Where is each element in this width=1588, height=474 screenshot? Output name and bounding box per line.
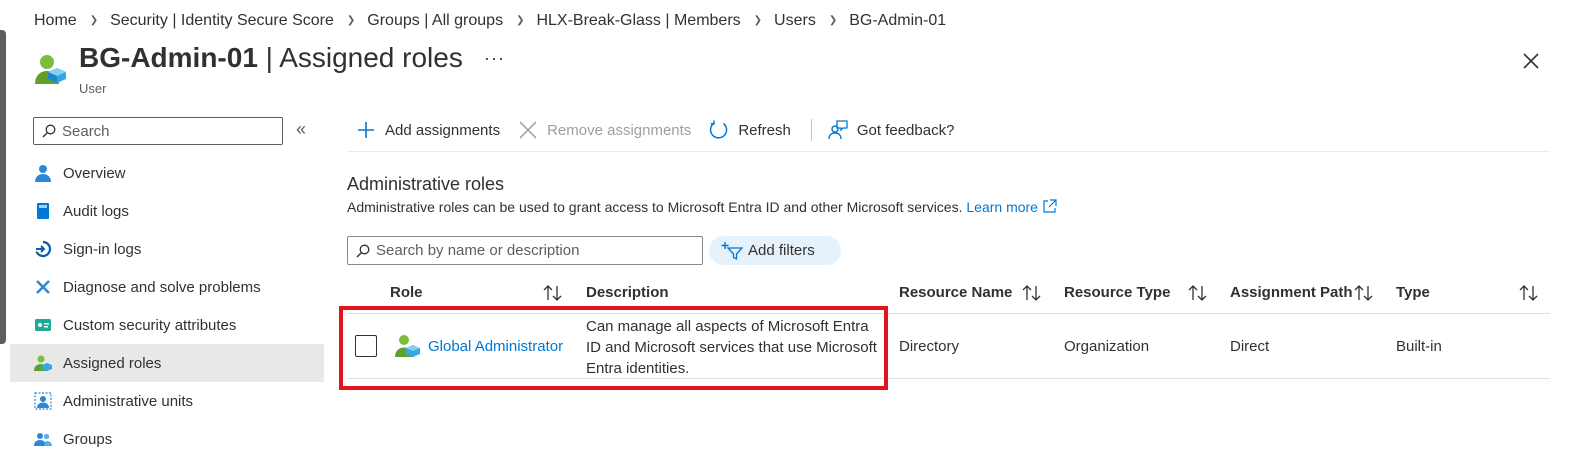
breadcrumb-home[interactable]: Home: [34, 12, 77, 30]
close-icon[interactable]: [1520, 50, 1542, 72]
page-title: BG-Admin-01 | Assigned roles: [79, 42, 463, 74]
sidebar-item-diagnose[interactable]: Diagnose and solve problems: [10, 268, 324, 306]
close-icon: [518, 120, 538, 140]
resource-type-cell: Organization: [1064, 338, 1150, 355]
got-feedback-button[interactable]: Got feedback?: [828, 120, 955, 140]
admin-units-icon: [34, 392, 52, 410]
sign-in-icon: [34, 240, 52, 258]
highlight-box: [339, 306, 888, 390]
more-options-button[interactable]: ···: [484, 48, 505, 69]
sidebar-item-sign-in-logs[interactable]: Sign-in logs: [10, 230, 324, 268]
sidebar-item-custom-security-attributes[interactable]: Custom security attributes: [10, 306, 324, 344]
breadcrumb-secure-score[interactable]: Security | Identity Secure Score: [110, 12, 334, 30]
plus-icon: [356, 120, 376, 140]
user-role-icon: [35, 55, 66, 84]
sort-icon[interactable]: [1353, 284, 1375, 302]
sidebar-item-label: Administrative units: [63, 392, 194, 410]
remove-assignments-button[interactable]: Remove assignments: [518, 120, 691, 140]
page-title-name: BG-Admin-01: [79, 42, 258, 73]
page-subtitle: User: [79, 81, 107, 96]
type-cell: Built-in: [1396, 338, 1442, 355]
external-link-icon[interactable]: [1042, 199, 1057, 214]
filter-icon: [721, 241, 743, 261]
breadcrumb-users[interactable]: Users: [774, 12, 816, 30]
breadcrumb-user[interactable]: BG-Admin-01: [849, 12, 946, 30]
sidebar-item-label: Custom security attributes: [63, 316, 237, 334]
sort-icon[interactable]: [1187, 284, 1209, 302]
sidebar-item-label: Sign-in logs: [63, 240, 142, 258]
section-description-text: Administrative roles can be used to gran…: [347, 199, 967, 215]
tag-icon: [34, 316, 52, 334]
chevron-right-icon: ❯: [828, 14, 838, 26]
page-title-suffix: | Assigned roles: [257, 42, 463, 73]
learn-more-link[interactable]: Learn more: [966, 199, 1038, 215]
column-header-type[interactable]: Type: [1396, 284, 1430, 301]
add-filters-label: Add filters: [748, 242, 815, 259]
column-header-description: Description: [586, 284, 669, 301]
left-edge-scrollbar[interactable]: [0, 30, 6, 344]
refresh-button[interactable]: Refresh: [709, 120, 791, 140]
sidebar-nav: Overview Audit logs Sign-in logs Diagnos…: [10, 154, 324, 458]
command-bar-divider: [347, 151, 1550, 152]
user-role-icon: [34, 354, 52, 372]
add-filters-button[interactable]: Add filters: [709, 236, 841, 265]
user-icon: [34, 164, 52, 182]
sidebar-item-overview[interactable]: Overview: [10, 154, 324, 192]
column-header-resource-type[interactable]: Resource Type: [1064, 284, 1170, 301]
breadcrumb: Home ❯ Security | Identity Secure Score …: [34, 12, 946, 30]
book-icon: [34, 202, 52, 220]
role-search-input[interactable]: [376, 242, 696, 259]
sidebar-item-groups[interactable]: Groups: [10, 420, 324, 458]
assignment-path-cell: Direct: [1230, 338, 1270, 355]
sidebar-item-label: Groups: [63, 430, 113, 448]
sidebar-search-input[interactable]: [62, 122, 282, 140]
chevron-right-icon: ❯: [516, 14, 525, 26]
command-bar: Add assignments Remove assignments Refre…: [356, 116, 954, 144]
sort-icon[interactable]: [542, 284, 564, 302]
add-assignments-button[interactable]: Add assignments: [356, 120, 500, 140]
chevron-right-icon: ❯: [753, 14, 763, 26]
column-header-assignment-path[interactable]: Assignment Path: [1230, 284, 1353, 301]
column-header-role[interactable]: Role: [390, 284, 423, 301]
sidebar-item-label: Overview: [63, 164, 126, 182]
search-icon: [356, 244, 370, 257]
chevron-right-icon: ❯: [346, 14, 356, 26]
sort-icon[interactable]: [1518, 284, 1540, 302]
sidebar-item-audit-logs[interactable]: Audit logs: [10, 192, 324, 230]
sidebar-search[interactable]: [33, 117, 283, 145]
section-title: Administrative roles: [347, 174, 505, 194]
breadcrumb-group-members[interactable]: HLX-Break-Glass | Members: [536, 12, 740, 30]
group-icon: [34, 430, 52, 448]
wrench-icon: [34, 278, 52, 296]
feedback-icon: [828, 120, 848, 140]
toolbar-divider: [810, 119, 812, 141]
sidebar-item-label: Audit logs: [63, 202, 129, 220]
breadcrumb-groups[interactable]: Groups | All groups: [367, 12, 503, 30]
refresh-icon: [709, 120, 729, 140]
refresh-label: Refresh: [738, 121, 791, 139]
role-search[interactable]: [347, 236, 703, 265]
sidebar-item-administrative-units[interactable]: Administrative units: [10, 382, 324, 420]
got-feedback-label: Got feedback?: [856, 121, 955, 139]
section-description: Administrative roles can be used to gran…: [347, 199, 1057, 215]
search-icon: [42, 124, 56, 138]
column-header-resource-name[interactable]: Resource Name: [899, 284, 1012, 301]
resource-name-link[interactable]: Directory: [899, 338, 959, 355]
collapse-sidebar-button[interactable]: «: [296, 119, 306, 140]
remove-assignments-label: Remove assignments: [547, 121, 692, 139]
sidebar-item-assigned-roles[interactable]: Assigned roles: [10, 344, 324, 382]
sidebar-item-label: Assigned roles: [63, 354, 162, 372]
sort-icon[interactable]: [1021, 284, 1043, 302]
add-assignments-label: Add assignments: [385, 121, 501, 139]
chevron-right-icon: ❯: [89, 14, 99, 26]
sidebar-item-label: Diagnose and solve problems: [63, 278, 261, 296]
